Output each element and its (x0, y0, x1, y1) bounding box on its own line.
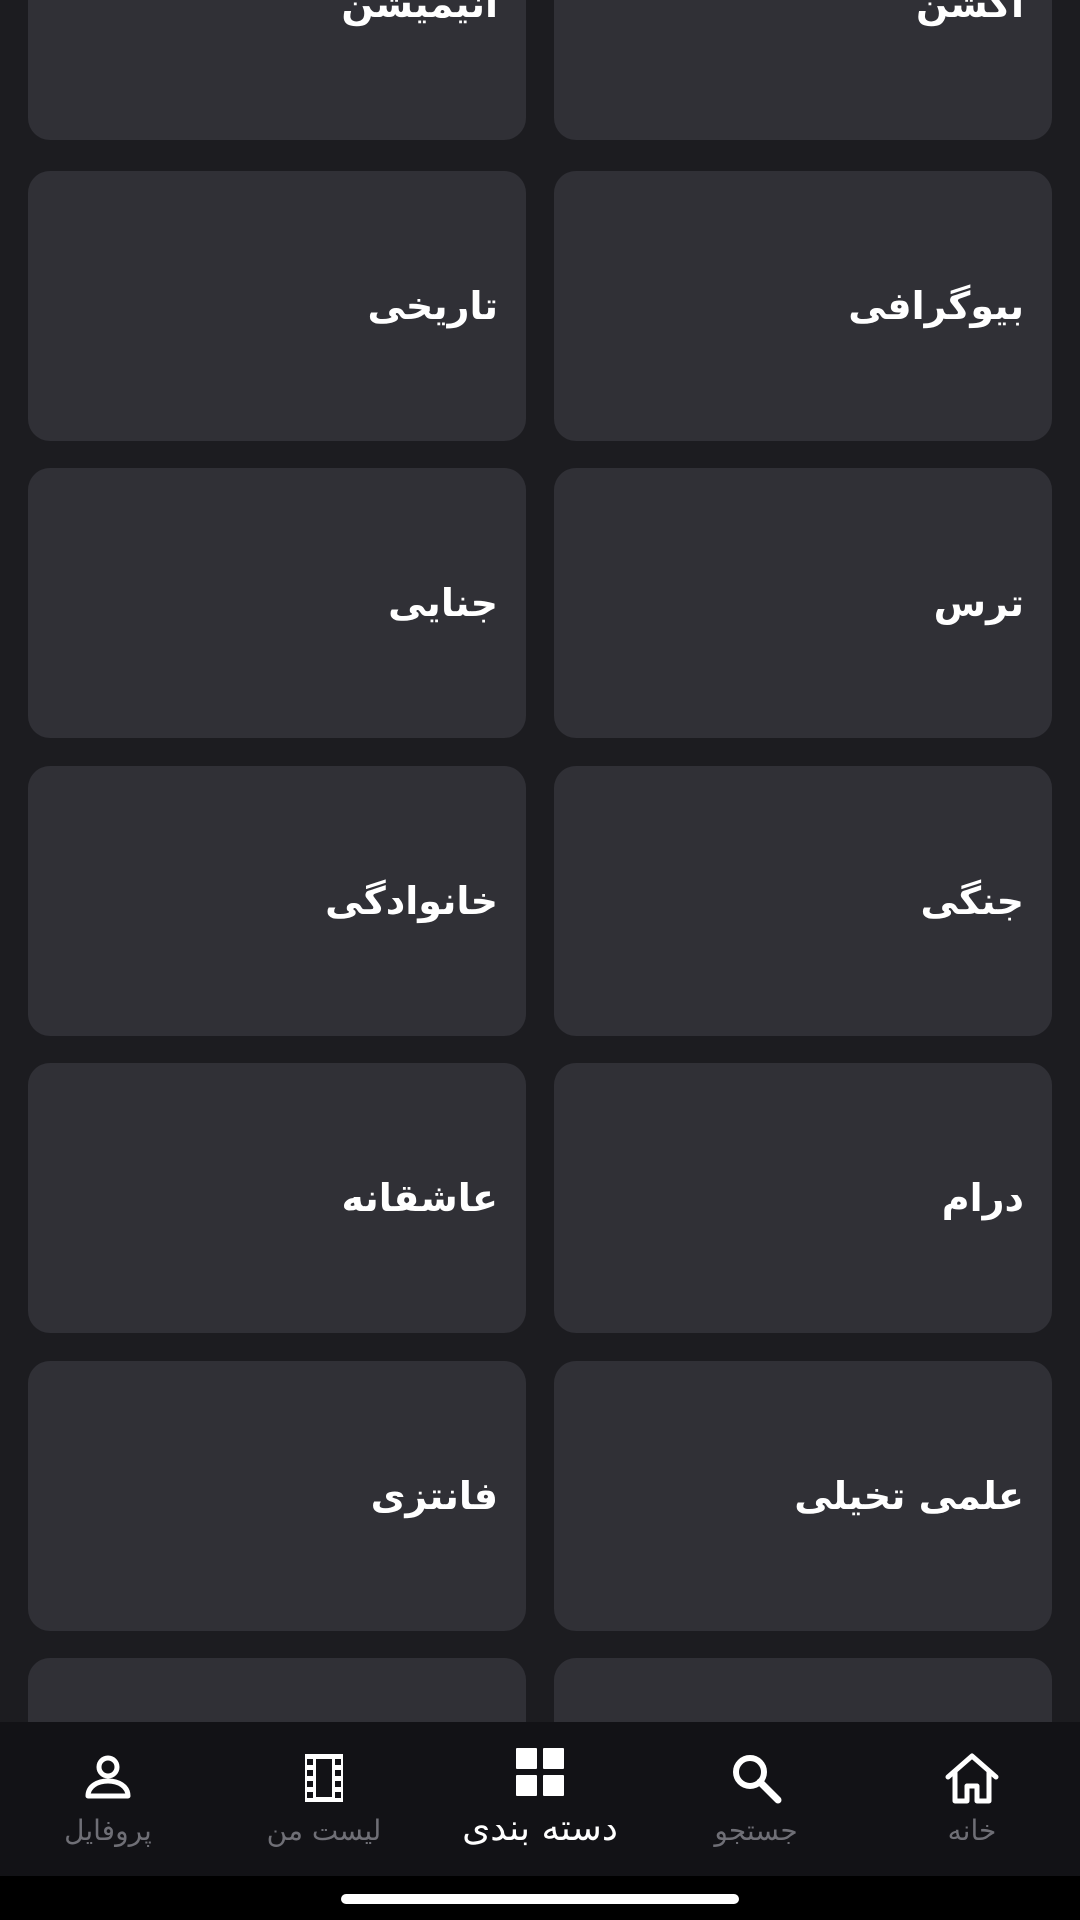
category-card-war[interactable]: جنگی (554, 766, 1052, 1036)
category-label: اکشن (916, 0, 1024, 26)
system-gesture-bar (0, 1876, 1080, 1920)
category-label: عاشقانه (341, 1176, 498, 1220)
category-card-scifi[interactable]: علمی تخیلی (554, 1361, 1052, 1631)
grid-icon (516, 1748, 564, 1796)
nav-label: لیست من (266, 1814, 382, 1847)
category-label: خانوادگی (325, 879, 498, 923)
nav-item-categories[interactable]: دسته بندی (432, 1722, 648, 1876)
category-card-romance[interactable]: عاشقانه (28, 1063, 526, 1333)
nav-item-profile[interactable]: پروفایل (0, 1722, 216, 1876)
category-label: فانتزی (370, 1474, 498, 1518)
category-label: انیمیشن (341, 0, 498, 26)
film-icon (305, 1754, 343, 1802)
category-card-crime[interactable]: جنایی (28, 468, 526, 738)
bottom-navigation: پروفایل لیست من دسته بندی جستجو خانه (0, 1722, 1080, 1876)
nav-label: جستجو (714, 1814, 798, 1847)
category-card-family[interactable]: خانوادگی (28, 766, 526, 1036)
profile-icon (85, 1755, 131, 1799)
category-card-drama[interactable]: درام (554, 1063, 1052, 1333)
category-card-horror[interactable]: ترس (554, 468, 1052, 738)
category-card[interactable] (554, 1658, 1052, 1722)
nav-label: دسته بندی (462, 1808, 618, 1849)
category-label: درام (941, 1176, 1024, 1220)
category-card[interactable] (28, 1658, 526, 1722)
category-label: جنگی (920, 879, 1024, 923)
category-card-history[interactable]: تاریخی (28, 171, 526, 441)
category-label: بیوگرافی (848, 284, 1024, 328)
category-card-animation[interactable]: انیمیشن (28, 0, 526, 140)
category-card-action[interactable]: اکشن (554, 0, 1052, 140)
category-label: تاریخی (367, 284, 498, 328)
category-label: علمی تخیلی (794, 1474, 1024, 1518)
nav-label: پروفایل (64, 1814, 152, 1847)
home-indicator[interactable] (341, 1894, 739, 1904)
categories-screen: اکشن انیمیشن بیوگرافی تاریخی ترس جنایی ج… (0, 0, 1080, 1920)
category-card-biography[interactable]: بیوگرافی (554, 171, 1052, 441)
category-grid: اکشن انیمیشن بیوگرافی تاریخی ترس جنایی ج… (0, 0, 1080, 1722)
category-label: ترس (933, 581, 1024, 625)
search-icon (733, 1755, 782, 1804)
category-label: جنایی (388, 581, 498, 625)
nav-item-search[interactable]: جستجو (648, 1722, 864, 1876)
home-icon (945, 1753, 999, 1804)
category-card-fantasy[interactable]: فانتزی (28, 1361, 526, 1631)
nav-label: خانه (947, 1814, 997, 1847)
nav-item-home[interactable]: خانه (864, 1722, 1080, 1876)
nav-item-my-list[interactable]: لیست من (216, 1722, 432, 1876)
